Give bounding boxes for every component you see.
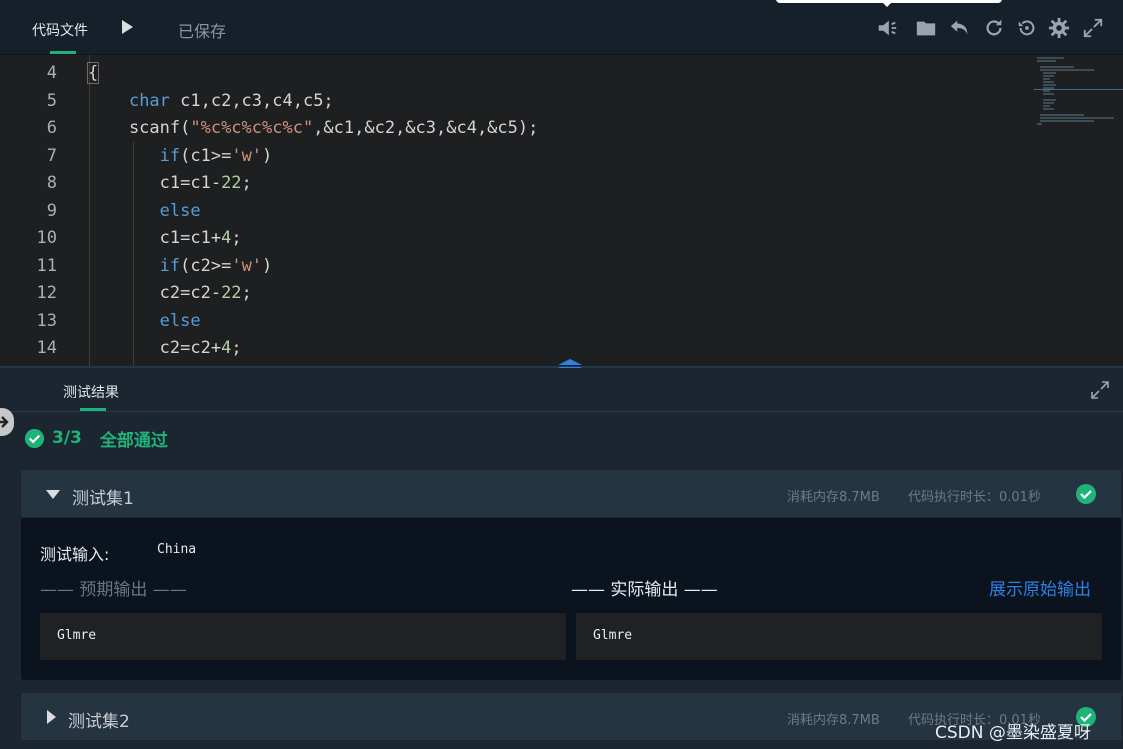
line-number-gutter: 4 5 6 7 8 9 10 11 12 13 14 <box>0 55 72 366</box>
editor-toolbar: 代码文件 已保存 <box>0 0 1123 55</box>
test-input-value: China <box>157 542 197 557</box>
folder-icon[interactable] <box>915 17 937 39</box>
execution-time: 代码执行时长：0.01秒 <box>908 490 1041 505</box>
line-number: 6 <box>46 118 57 138</box>
active-tab-indicator <box>50 51 76 54</box>
test-case-title: 测试集1 <box>72 489 134 509</box>
memory-usage: 消耗内存8.7MB <box>787 713 880 728</box>
arrow-right-icon <box>0 416 9 428</box>
code-line: if(c2>='w') <box>159 256 273 276</box>
refresh-icon[interactable] <box>983 17 1005 39</box>
expected-output-title: —— 预期输出 —— <box>40 580 187 600</box>
code-line: char c1,c2,c3,c4,c5; <box>128 91 334 111</box>
test-case-title: 测试集2 <box>68 712 130 732</box>
code-line: c1=c1+4; <box>88 228 242 248</box>
code-line: else <box>159 201 201 221</box>
code-line: c2=c2+4; <box>88 338 242 358</box>
test-case-header[interactable]: 测试集1 消耗内存8.7MB 代码执行时长：0.01秒 <box>21 470 1121 517</box>
line-number: 11 <box>36 256 57 276</box>
pass-status: 全部通过 <box>99 430 168 451</box>
line-number: 9 <box>46 201 57 221</box>
show-raw-output-link[interactable]: 展示原始输出 <box>989 575 1091 600</box>
code-line: { <box>86 62 100 84</box>
code-editor[interactable]: 4 5 6 7 8 9 10 11 12 13 14 { char c1,c2,… <box>0 55 1123 366</box>
fullscreen-icon[interactable] <box>1082 17 1104 39</box>
code-line: scanf("%c%c%c%c%c",&c1,&c2,&c3,&c4,&c5); <box>88 118 539 138</box>
active-tab-indicator <box>80 408 106 411</box>
tab-code-file[interactable]: 代码文件 <box>32 20 88 40</box>
line-number: 4 <box>46 63 57 83</box>
code-line: c1=c1-22; <box>88 173 252 193</box>
test-case-body: 测试输入: China —— 预期输出 —— —— 实际输出 —— 展示原始输出… <box>21 518 1121 680</box>
actual-output-box: Glmre <box>576 613 1102 660</box>
collapse-arrow-icon[interactable] <box>46 490 60 499</box>
history-icon[interactable] <box>1016 17 1038 39</box>
actual-output-title: —— 实际输出 —— <box>571 580 718 600</box>
save-status: 已保存 <box>178 22 227 41</box>
memory-usage: 消耗内存8.7MB <box>787 490 880 505</box>
sound-icon[interactable] <box>876 17 898 39</box>
line-number: 14 <box>36 338 57 358</box>
expected-output-box: Glmre <box>40 613 566 660</box>
results-summary: 3/3 全部通过 <box>24 426 168 451</box>
check-circle-icon <box>1076 484 1096 504</box>
side-toggle-handle[interactable] <box>0 408 14 436</box>
code-minimap[interactable] <box>1034 55 1123 135</box>
gear-icon[interactable] <box>1048 17 1070 39</box>
line-number: 7 <box>46 146 57 166</box>
check-circle-icon <box>24 428 45 448</box>
code-line: c2=c2-22; <box>88 283 252 303</box>
expected-output-value: Glmre <box>57 628 97 643</box>
line-number: 13 <box>36 311 57 331</box>
line-number: 8 <box>46 173 57 193</box>
line-number: 5 <box>46 91 57 111</box>
test-input-label: 测试输入: <box>40 545 110 564</box>
tab-test-results[interactable]: 测试结果 <box>63 382 119 402</box>
line-number: 10 <box>36 228 57 248</box>
pass-count: 3/3 <box>52 428 82 448</box>
tooltip-arrow <box>882 2 892 7</box>
run-button[interactable] <box>122 20 133 34</box>
undo-icon[interactable] <box>949 17 971 39</box>
test-results-panel: 测试结果 3/3 全部通过 测试集1 消耗内存8.7MB 代码执行时长：0.01… <box>0 368 1123 749</box>
expand-arrow-icon[interactable] <box>47 710 56 724</box>
line-number: 12 <box>36 283 57 303</box>
actual-output-value: Glmre <box>593 628 633 643</box>
code-line: else <box>159 311 201 331</box>
expand-icon[interactable] <box>1090 380 1110 400</box>
watermark: CSDN @墨染盛夏呀 <box>935 723 1091 743</box>
code-line: if(c1>='w') <box>159 146 273 166</box>
panel-tabs: 测试结果 <box>0 368 1123 412</box>
